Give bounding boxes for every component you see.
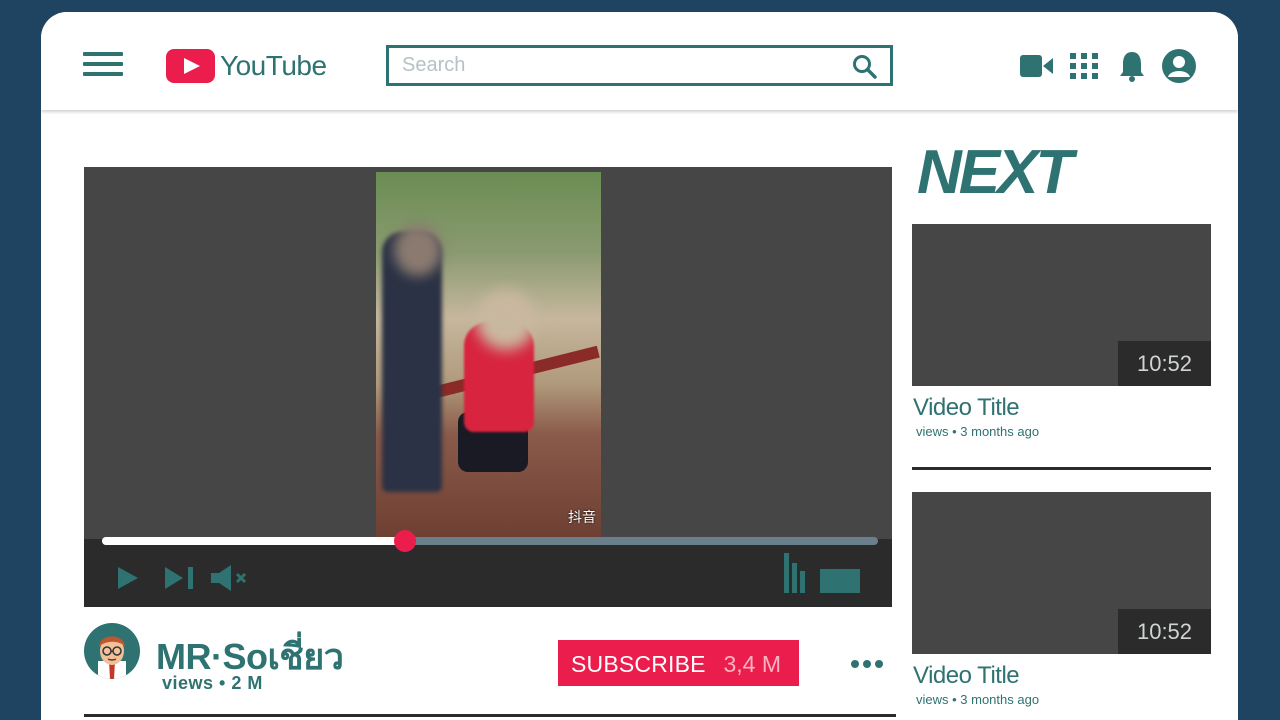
bell-icon[interactable] <box>1119 50 1145 82</box>
next-heading: NEXT <box>917 138 1073 207</box>
video-watermark: 抖音 <box>568 509 596 525</box>
play-icon[interactable] <box>118 567 138 589</box>
video-thumbnail[interactable]: 10:52 <box>912 224 1211 386</box>
subscribe-button[interactable]: SUBSCRIBE 3,4 M <box>558 640 799 686</box>
mute-icon[interactable] <box>211 565 251 591</box>
video-meta: views • 3 months ago <box>916 424 1040 439</box>
account-icon[interactable] <box>1162 49 1196 83</box>
more-options-icon[interactable] <box>851 655 887 673</box>
video-title[interactable]: Video Title <box>913 662 1020 690</box>
divider <box>84 714 896 717</box>
video-meta: views • 3 months ago <box>916 692 1040 707</box>
channel-avatar[interactable] <box>84 623 140 679</box>
search-input[interactable] <box>389 48 839 83</box>
youtube-play-icon <box>166 49 215 83</box>
duration-badge: 10:52 <box>1118 609 1211 654</box>
progress-scrubber[interactable] <box>393 530 416 552</box>
apps-grid-icon[interactable] <box>1070 53 1098 79</box>
equalizer-icon[interactable] <box>784 553 810 593</box>
player-controls <box>84 530 892 607</box>
video-thumbnail[interactable]: 10:52 <box>912 492 1211 654</box>
subscriber-count: 3,4 M <box>723 651 781 677</box>
search-box <box>386 45 893 86</box>
channel-views: views • 2 M <box>162 673 263 693</box>
duration-badge: 10:52 <box>1118 341 1211 386</box>
fullscreen-icon[interactable] <box>820 569 860 593</box>
video-title[interactable]: Video Title <box>913 394 1020 422</box>
app-window: YouTube Search 抖音 MR·Soเชี่ยว views • 2 … <box>41 12 1238 720</box>
youtube-logo[interactable]: YouTube <box>166 49 327 83</box>
search-icon[interactable] <box>852 54 878 80</box>
subscribe-label: SUBSCRIBE <box>571 651 706 677</box>
logo-text: YouTube <box>220 50 327 81</box>
menu-icon[interactable] <box>83 52 123 80</box>
video-camera-icon[interactable] <box>1020 55 1054 77</box>
progress-bar[interactable] <box>102 530 878 552</box>
progress-played <box>102 537 405 545</box>
video-player[interactable]: 抖音 <box>84 167 892 607</box>
skip-next-icon[interactable] <box>165 567 195 589</box>
top-bar: YouTube <box>41 12 1238 110</box>
video-frame[interactable]: 抖音 <box>376 172 601 537</box>
avatar-illustration <box>98 636 126 679</box>
card-divider <box>912 467 1211 470</box>
